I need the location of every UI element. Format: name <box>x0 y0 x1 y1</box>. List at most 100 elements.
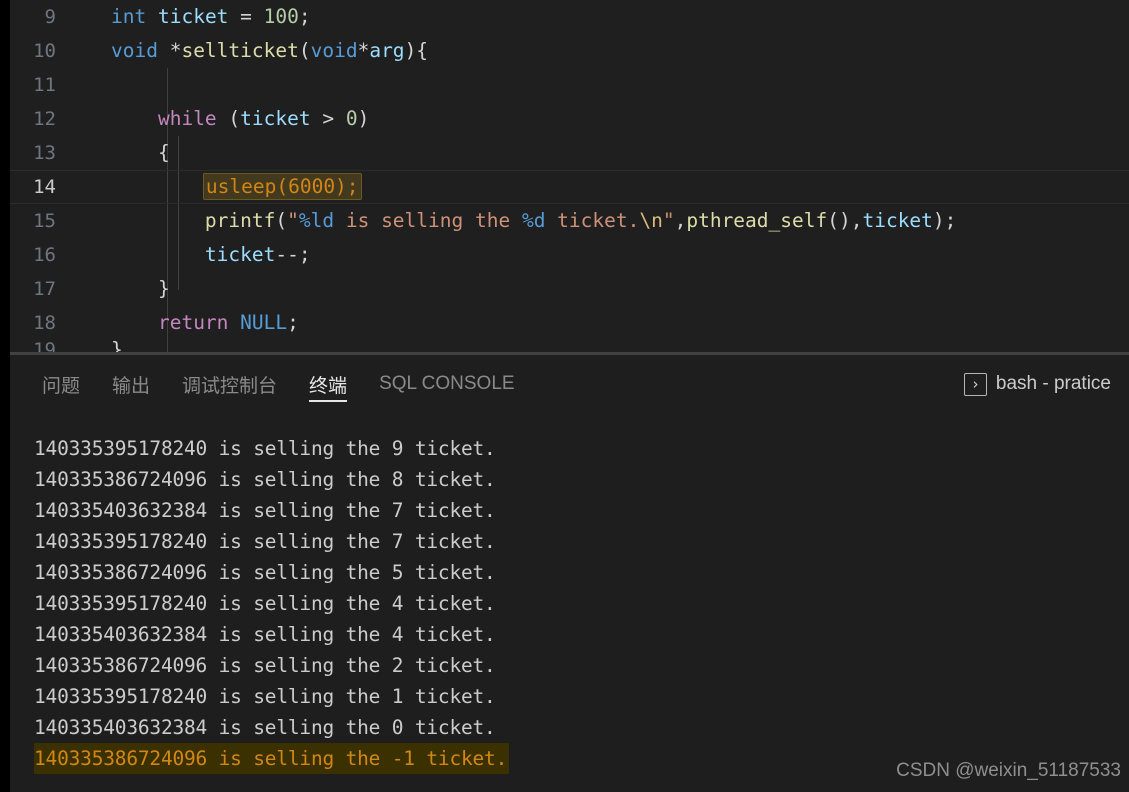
code-line-text: while (ticket > 0) <box>76 102 1129 136</box>
line-number: 13 <box>33 142 56 164</box>
terminal-name-label: bash - pratice <box>995 373 1111 394</box>
code-token: ); <box>932 209 957 232</box>
code-token: ticket <box>240 107 311 130</box>
terminal-line: 140335403632384 is selling the 7 ticket. <box>34 499 496 522</box>
panel-tab-4[interactable]: 终端 <box>293 355 363 413</box>
code-token: (), <box>827 209 863 232</box>
code-token: void <box>111 39 158 62</box>
terminal-output[interactable]: 140335395178240 is selling the 9 ticket.… <box>10 413 1129 792</box>
code-token: printf <box>204 209 276 232</box>
code-editor[interactable]: 9 int ticket = 100; 10 void *sellticket(voi… <box>10 0 1129 355</box>
bottom-panel: 问题 输出 调试控制台 终端 SQL CONSOLE › bash - pratice … <box>10 355 1129 792</box>
code-token: } <box>111 277 170 300</box>
code-token: void <box>310 39 358 62</box>
code-token: 0 <box>345 107 358 130</box>
code-line[interactable]: 12 while (ticket > 0) <box>10 102 1129 136</box>
panel-tab-5[interactable]: SQL CONSOLE <box>363 355 531 413</box>
terminal-line-row: 140335403632384 is selling the 0 ticket. <box>34 712 1129 743</box>
panel-tab-label: 调试控制台 <box>182 375 278 397</box>
terminal-line-row: 140335395178240 is selling the 7 ticket. <box>34 526 1129 557</box>
code-token: while <box>157 107 217 130</box>
code-token: sellticket <box>181 39 299 62</box>
line-number: 11 <box>33 74 56 96</box>
code-line-text: usleep(6000); <box>76 170 1129 204</box>
panel-header: 问题 输出 调试控制台 终端 SQL CONSOLE › bash - pratice <box>10 355 1129 413</box>
code-token: * <box>157 39 182 62</box>
terminal-line: 140335386724096 is selling the 2 ticket. <box>34 654 496 677</box>
panel-tab-label: 输出 <box>112 375 151 397</box>
terminal-line: 140335403632384 is selling the 4 ticket. <box>34 623 496 646</box>
terminal-chevron-icon: › <box>963 372 987 396</box>
code-token: 100 <box>263 5 299 28</box>
terminal-line-row: 140335386724096 is selling the 2 ticket. <box>34 650 1129 681</box>
code-token: ( <box>216 107 241 130</box>
panel-tab-label: SQL CONSOLE <box>379 373 515 394</box>
line-number: 15 <box>33 210 56 232</box>
code-line-text: { <box>76 136 1129 170</box>
code-token: ; <box>287 311 299 334</box>
terminal-line: 140335403632384 is selling the 0 ticket. <box>34 716 496 739</box>
code-token: ( <box>275 209 288 232</box>
code-token: --; <box>275 243 311 266</box>
terminal-line-row: 140335403632384 is selling the 7 ticket. <box>34 495 1129 526</box>
line-number: 17 <box>33 278 56 300</box>
terminal-line-row: 140335395178240 is selling the 4 ticket. <box>34 588 1129 619</box>
window-left-edge <box>0 0 10 792</box>
code-token: ){ <box>404 39 429 62</box>
active-tab-underline <box>309 400 348 402</box>
terminal-line-row: 140335386724096 is selling the 5 ticket. <box>34 557 1129 588</box>
code-token: { <box>111 141 170 164</box>
panel-tab-2[interactable]: 输出 <box>96 355 166 413</box>
code-token: ( <box>298 39 311 62</box>
csdn-watermark: CSDN @weixin_51187533 <box>896 760 1121 781</box>
code-token: ticket <box>204 243 276 266</box>
terminal-line-row: 140335395178240 is selling the 9 ticket. <box>34 433 1129 464</box>
code-token: ) <box>357 107 370 130</box>
line-number: 9 <box>44 6 56 28</box>
panel-tab-3[interactable]: 调试控制台 <box>166 355 293 413</box>
panel-tab-label: 问题 <box>42 375 81 397</box>
code-line[interactable]: 13 { <box>10 136 1129 170</box>
code-token: = <box>228 5 264 28</box>
line-number: 10 <box>33 40 56 62</box>
code-token: NULL <box>240 311 288 334</box>
terminal-line-row: 140335395178240 is selling the 1 ticket. <box>34 681 1129 712</box>
code-line[interactable]: 16 ticket--; <box>10 238 1129 272</box>
code-line[interactable]: 10 void *sellticket(void*arg){ <box>10 34 1129 68</box>
code-token: pthread_self <box>686 209 828 232</box>
code-line-list: 9 int ticket = 100; 10 void *sellticket(voi… <box>10 0 1129 355</box>
code-line-text: void *sellticket(void*arg){ <box>76 34 1129 68</box>
code-token: is selling the <box>334 209 522 232</box>
code-line[interactable]: 9 int ticket = 100; <box>10 0 1129 34</box>
code-line[interactable]: 17 } <box>10 272 1129 306</box>
vscode-window: 9 int ticket = 100; 10 void *sellticket(voi… <box>0 0 1129 792</box>
code-token: " <box>287 209 299 232</box>
terminal-line-list: 140335395178240 is selling the 9 ticket.… <box>34 433 1129 774</box>
code-token: int <box>111 5 147 28</box>
terminal-line: 140335395178240 is selling the 1 ticket. <box>34 685 496 708</box>
code-line[interactable]: 15 printf("%ld is selling the %d ticket.… <box>10 204 1129 238</box>
terminal-line: 140335395178240 is selling the 7 ticket. <box>34 530 496 553</box>
line-number: 12 <box>33 108 56 130</box>
code-token: \n <box>639 209 663 232</box>
code-token: %ld <box>298 209 335 232</box>
code-token: , <box>674 209 687 232</box>
code-token: " <box>662 209 675 232</box>
line-number: 16 <box>33 244 56 266</box>
code-line[interactable]: 11 <box>10 68 1129 102</box>
line-number: 14 <box>33 176 56 198</box>
code-token: ticket <box>862 209 933 232</box>
code-line-text: } <box>76 272 1129 306</box>
code-token: ticket. <box>545 209 640 232</box>
code-line[interactable]: 14 usleep(6000); <box>10 170 1129 204</box>
code-token: %d <box>521 209 546 232</box>
panel-tab-1[interactable]: 问题 <box>26 355 96 413</box>
terminal-line: 140335386724096 is selling the 5 ticket. <box>34 561 496 584</box>
terminal-selector[interactable]: › bash - pratice <box>963 372 1117 396</box>
